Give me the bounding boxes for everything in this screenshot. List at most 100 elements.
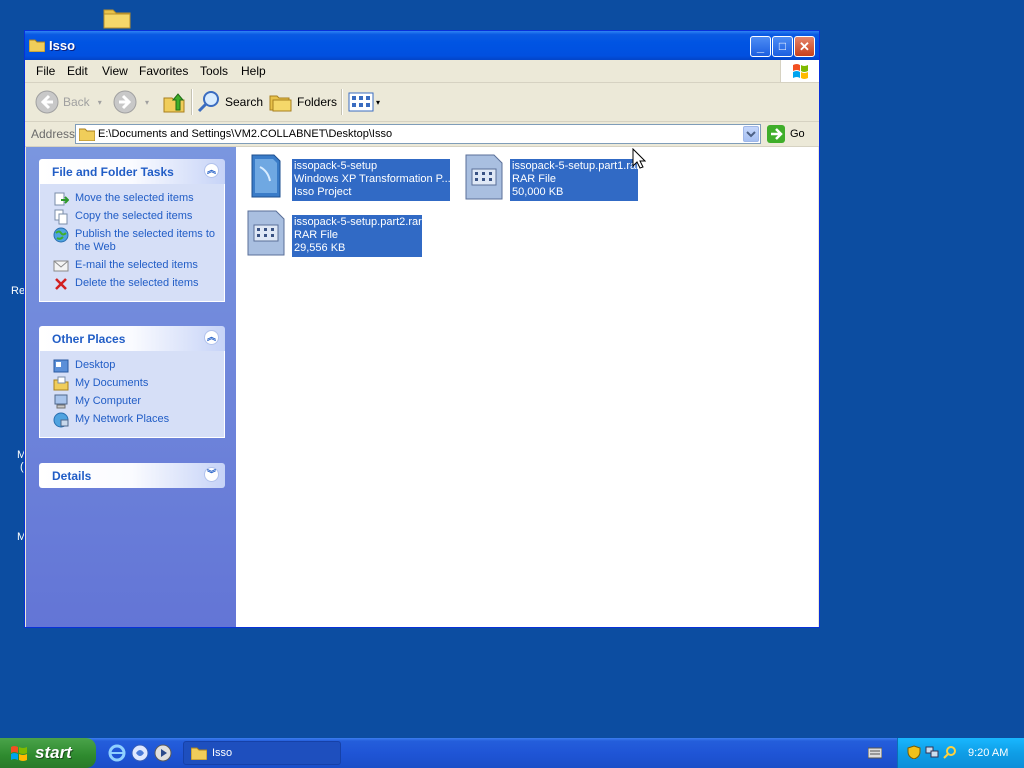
panel-header[interactable]: Details ︾ xyxy=(39,463,225,488)
folder-icon xyxy=(29,39,45,52)
back-label: Back xyxy=(63,95,90,109)
start-label: start xyxy=(35,743,72,762)
place-my-documents[interactable]: My Documents xyxy=(40,375,224,393)
menu-tools[interactable]: Tools xyxy=(200,64,228,78)
chevron-down-icon: ▾ xyxy=(97,97,102,107)
mouse-cursor-icon xyxy=(632,148,646,169)
copy-icon xyxy=(54,209,68,225)
file-name: issopack-5-setup xyxy=(294,160,378,172)
file-type: RAR File xyxy=(294,229,339,241)
internet-explorer-icon[interactable] xyxy=(108,744,126,762)
task-publish-selected[interactable]: Publish the selected items to the Web xyxy=(40,226,224,257)
taskbar-window-label: Isso xyxy=(212,747,233,759)
forward-button[interactable]: ▾ xyxy=(113,88,149,116)
file-type: RAR File xyxy=(512,173,557,185)
security-shield-icon[interactable] xyxy=(907,745,921,759)
task-email-selected[interactable]: E-mail the selected items xyxy=(40,257,224,275)
panel-header[interactable]: File and Folder Tasks ︽ xyxy=(39,159,225,184)
place-my-network-places[interactable]: My Network Places xyxy=(40,411,224,429)
task-copy-selected[interactable]: Copy the selected items xyxy=(40,208,224,226)
toolbar: Back ▾ ▾ Search Folders ▾ xyxy=(25,83,819,122)
keyboard-icon[interactable] xyxy=(868,747,882,759)
folders-button[interactable]: Folders xyxy=(269,88,337,116)
views-icon xyxy=(348,92,374,112)
rar-icon xyxy=(465,154,503,200)
title-bar[interactable]: Isso _ □ ✕ xyxy=(25,31,819,60)
start-button[interactable]: start xyxy=(0,738,96,768)
window-title: Isso xyxy=(49,38,76,53)
taskbar: start Isso 9:20 AM xyxy=(0,738,1024,768)
taskbar-window-isso[interactable]: Isso xyxy=(183,741,341,765)
address-dropdown-button[interactable] xyxy=(743,126,759,142)
search-button[interactable]: Search xyxy=(197,88,263,116)
network-connection-icon[interactable] xyxy=(925,745,939,759)
go-button[interactable]: Go xyxy=(767,125,805,143)
views-button[interactable]: ▾ xyxy=(348,88,380,116)
file-type: Windows XP Transformation P... xyxy=(294,173,450,185)
file-view[interactable]: issopack-5-setup Windows XP Transformati… xyxy=(236,147,818,627)
media-player-icon[interactable] xyxy=(154,744,172,762)
close-button[interactable]: ✕ xyxy=(794,36,815,57)
file-description: Isso Project xyxy=(294,186,352,198)
file-size: 29,556 KB xyxy=(294,242,346,254)
back-button[interactable]: Back ▾ xyxy=(35,88,102,116)
panel-title: File and Folder Tasks xyxy=(52,165,174,179)
menu-file[interactable]: File xyxy=(36,64,55,78)
project-icon xyxy=(251,154,281,198)
outlook-express-icon[interactable] xyxy=(131,744,149,762)
desktop-folder-icon[interactable] xyxy=(103,5,131,29)
delete-icon xyxy=(55,278,67,290)
place-label: My Computer xyxy=(75,395,142,407)
collapse-chevron-icon[interactable]: ︽ xyxy=(204,163,219,178)
back-arrow-icon xyxy=(35,90,59,114)
panel-title: Other Places xyxy=(52,332,126,346)
place-label: My Documents xyxy=(75,377,149,389)
menu-bar: File Edit View Favorites Tools Help xyxy=(25,60,819,83)
folder-icon xyxy=(191,747,207,760)
explorer-window: Isso _ □ ✕ File Edit View Favorites Tool… xyxy=(24,30,820,628)
file-label: issopack-5-setup Windows XP Transformati… xyxy=(292,159,450,201)
collapse-chevron-icon[interactable]: ︽ xyxy=(204,330,219,345)
folders-icon xyxy=(269,95,292,112)
address-input[interactable]: E:\Documents and Settings\VM2.COLLABNET\… xyxy=(75,124,761,144)
forward-arrow-icon xyxy=(113,90,137,114)
panel-header[interactable]: Other Places ︽ xyxy=(39,326,225,351)
file-item[interactable]: issopack-5-setup Windows XP Transformati… xyxy=(246,153,456,201)
email-icon xyxy=(53,260,69,272)
desktop-icon-label-fragment: Re xyxy=(11,285,26,297)
rar-icon xyxy=(247,210,285,256)
minimize-button[interactable]: _ xyxy=(750,36,771,57)
place-my-computer[interactable]: My Computer xyxy=(40,393,224,411)
panel-body: Desktop My Documents My Computer My Netw… xyxy=(39,351,225,438)
search-icon[interactable] xyxy=(943,745,957,759)
file-label: issopack-5-setup.part2.rar RAR File 29,5… xyxy=(292,215,422,257)
task-move-selected[interactable]: Move the selected items xyxy=(40,190,224,208)
menu-edit[interactable]: Edit xyxy=(67,64,88,78)
search-icon xyxy=(197,91,219,113)
place-label: Desktop xyxy=(75,359,116,371)
address-bar: Address E:\Documents and Settings\VM2.CO… xyxy=(25,122,819,147)
up-folder-button[interactable] xyxy=(162,88,186,116)
menu-help[interactable]: Help xyxy=(241,64,266,78)
task-label: Delete the selected items xyxy=(75,277,199,289)
toolbar-separator xyxy=(191,89,193,115)
maximize-button[interactable]: □ xyxy=(772,36,793,57)
my-computer-icon xyxy=(54,394,68,409)
publish-web-icon xyxy=(53,227,69,243)
task-delete-selected[interactable]: Delete the selected items xyxy=(40,275,224,293)
menu-view[interactable]: View xyxy=(102,64,128,78)
chevron-down-icon: ▾ xyxy=(376,97,381,107)
file-item[interactable]: issopack-5-setup.part2.rar RAR File 29,5… xyxy=(246,209,446,257)
windows-flag-icon xyxy=(11,746,27,761)
menu-favorites[interactable]: Favorites xyxy=(139,64,188,78)
panel-body: Move the selected items Copy the selecte… xyxy=(39,184,225,302)
clock[interactable]: 9:20 AM xyxy=(968,747,1008,759)
file-name: issopack-5-setup.part1.rar xyxy=(512,160,638,172)
move-icon xyxy=(54,192,69,206)
folder-icon xyxy=(79,128,95,141)
chevron-down-icon: ▾ xyxy=(145,97,150,107)
task-pane: File and Folder Tasks ︽ Move the selecte… xyxy=(26,147,236,627)
my-documents-icon xyxy=(53,376,69,391)
expand-chevron-icon[interactable]: ︾ xyxy=(204,467,219,482)
place-desktop[interactable]: Desktop xyxy=(40,357,224,375)
